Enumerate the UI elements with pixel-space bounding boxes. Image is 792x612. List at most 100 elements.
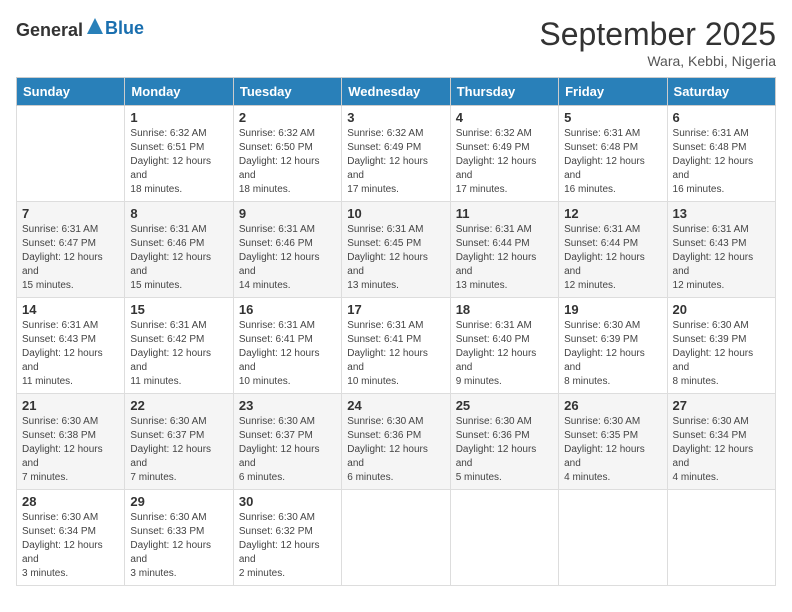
- calendar-cell: 19 Sunrise: 6:30 AMSunset: 6:39 PMDayligh…: [559, 298, 667, 394]
- calendar-cell: [17, 106, 125, 202]
- calendar-cell: 1 Sunrise: 6:32 AMSunset: 6:51 PMDaylight…: [125, 106, 233, 202]
- day-number: 15: [130, 302, 227, 317]
- day-info: Sunrise: 6:30 AMSunset: 6:37 PMDaylight:…: [130, 415, 227, 485]
- day-info: Sunrise: 6:30 AMSunset: 6:39 PMDaylight:…: [564, 319, 661, 389]
- calendar-cell: 24 Sunrise: 6:30 AMSunset: 6:36 PMDayligh…: [342, 394, 450, 490]
- calendar-table: SundayMondayTuesdayWednesdayThursdayFrid…: [16, 77, 776, 586]
- day-number: 20: [673, 302, 770, 317]
- calendar-week-4: 21 Sunrise: 6:30 AMSunset: 6:38 PMDayligh…: [17, 394, 776, 490]
- calendar-cell: [450, 490, 558, 586]
- day-number: 1: [130, 110, 227, 125]
- calendar-cell: 13 Sunrise: 6:31 AMSunset: 6:43 PMDayligh…: [667, 202, 775, 298]
- day-info: Sunrise: 6:30 AMSunset: 6:39 PMDaylight:…: [673, 319, 770, 389]
- logo-general: General: [16, 20, 83, 40]
- header-thursday: Thursday: [450, 78, 558, 106]
- day-info: Sunrise: 6:32 AMSunset: 6:49 PMDaylight:…: [456, 127, 553, 197]
- calendar-cell: 22 Sunrise: 6:30 AMSunset: 6:37 PMDayligh…: [125, 394, 233, 490]
- day-number: 22: [130, 398, 227, 413]
- day-info: Sunrise: 6:31 AMSunset: 6:48 PMDaylight:…: [564, 127, 661, 197]
- day-info: Sunrise: 6:32 AMSunset: 6:51 PMDaylight:…: [130, 127, 227, 197]
- day-info: Sunrise: 6:30 AMSunset: 6:33 PMDaylight:…: [130, 511, 227, 581]
- day-number: 30: [239, 494, 336, 509]
- calendar-cell: 7 Sunrise: 6:31 AMSunset: 6:47 PMDaylight…: [17, 202, 125, 298]
- logo-icon: [85, 16, 105, 36]
- calendar-cell: 12 Sunrise: 6:31 AMSunset: 6:44 PMDayligh…: [559, 202, 667, 298]
- day-number: 27: [673, 398, 770, 413]
- day-info: Sunrise: 6:31 AMSunset: 6:42 PMDaylight:…: [130, 319, 227, 389]
- calendar-cell: 20 Sunrise: 6:30 AMSunset: 6:39 PMDayligh…: [667, 298, 775, 394]
- calendar-week-5: 28Sunrise: 6:30 AMSunset: 6:34 PMDayligh…: [17, 490, 776, 586]
- header-sunday: Sunday: [17, 78, 125, 106]
- calendar-cell: 28Sunrise: 6:30 AMSunset: 6:34 PMDayligh…: [17, 490, 125, 586]
- calendar-cell: 27Sunrise: 6:30 AMSunset: 6:34 PMDayligh…: [667, 394, 775, 490]
- calendar-cell: [667, 490, 775, 586]
- day-info: Sunrise: 6:30 AMSunset: 6:35 PMDaylight:…: [564, 415, 661, 485]
- day-number: 12: [564, 206, 661, 221]
- day-info: Sunrise: 6:31 AMSunset: 6:44 PMDaylight:…: [564, 223, 661, 293]
- calendar-cell: 3Sunrise: 6:32 AMSunset: 6:49 PMDaylight…: [342, 106, 450, 202]
- calendar-header-row: SundayMondayTuesdayWednesdayThursdayFrid…: [17, 78, 776, 106]
- day-number: 11: [456, 206, 553, 221]
- day-info: Sunrise: 6:30 AMSunset: 6:32 PMDaylight:…: [239, 511, 336, 581]
- calendar-week-3: 14 Sunrise: 6:31 AMSunset: 6:43 PMDayligh…: [17, 298, 776, 394]
- calendar-cell: 14 Sunrise: 6:31 AMSunset: 6:43 PMDayligh…: [17, 298, 125, 394]
- calendar-cell: 11Sunrise: 6:31 AMSunset: 6:44 PMDayligh…: [450, 202, 558, 298]
- day-info: Sunrise: 6:31 AMSunset: 6:46 PMDaylight:…: [130, 223, 227, 293]
- calendar-cell: 6 Sunrise: 6:31 AMSunset: 6:48 PMDaylight…: [667, 106, 775, 202]
- day-number: 19: [564, 302, 661, 317]
- calendar-cell: 29 Sunrise: 6:30 AMSunset: 6:33 PMDayligh…: [125, 490, 233, 586]
- logo-blue: Blue: [105, 18, 144, 38]
- logo: General Blue: [16, 16, 144, 41]
- day-number: 21: [22, 398, 119, 413]
- day-info: Sunrise: 6:32 AMSunset: 6:49 PMDaylight:…: [347, 127, 444, 197]
- day-number: 25: [456, 398, 553, 413]
- calendar-cell: 4Sunrise: 6:32 AMSunset: 6:49 PMDaylight…: [450, 106, 558, 202]
- day-info: Sunrise: 6:31 AMSunset: 6:41 PMDaylight:…: [347, 319, 444, 389]
- day-number: 24: [347, 398, 444, 413]
- page-header: General Blue September 2025 Wara, Kebbi,…: [16, 16, 776, 69]
- day-number: 7: [22, 206, 119, 221]
- day-number: 8: [130, 206, 227, 221]
- day-number: 14: [22, 302, 119, 317]
- day-number: 29: [130, 494, 227, 509]
- calendar-week-2: 7 Sunrise: 6:31 AMSunset: 6:47 PMDaylight…: [17, 202, 776, 298]
- calendar-cell: 17 Sunrise: 6:31 AMSunset: 6:41 PMDayligh…: [342, 298, 450, 394]
- day-info: Sunrise: 6:31 AMSunset: 6:40 PMDaylight:…: [456, 319, 553, 389]
- day-number: 17: [347, 302, 444, 317]
- day-number: 5: [564, 110, 661, 125]
- day-info: Sunrise: 6:31 AMSunset: 6:48 PMDaylight:…: [673, 127, 770, 197]
- location: Wara, Kebbi, Nigeria: [539, 53, 776, 69]
- day-info: Sunrise: 6:31 AMSunset: 6:43 PMDaylight:…: [673, 223, 770, 293]
- calendar-cell: 23Sunrise: 6:30 AMSunset: 6:37 PMDayligh…: [233, 394, 341, 490]
- day-number: 9: [239, 206, 336, 221]
- day-info: Sunrise: 6:30 AMSunset: 6:36 PMDaylight:…: [347, 415, 444, 485]
- day-number: 10: [347, 206, 444, 221]
- day-info: Sunrise: 6:31 AMSunset: 6:47 PMDaylight:…: [22, 223, 119, 293]
- day-number: 2: [239, 110, 336, 125]
- day-number: 23: [239, 398, 336, 413]
- header-tuesday: Tuesday: [233, 78, 341, 106]
- header-saturday: Saturday: [667, 78, 775, 106]
- day-info: Sunrise: 6:31 AMSunset: 6:43 PMDaylight:…: [22, 319, 119, 389]
- calendar-cell: [559, 490, 667, 586]
- calendar-cell: [342, 490, 450, 586]
- day-info: Sunrise: 6:32 AMSunset: 6:50 PMDaylight:…: [239, 127, 336, 197]
- calendar-cell: 15 Sunrise: 6:31 AMSunset: 6:42 PMDayligh…: [125, 298, 233, 394]
- calendar-cell: 21 Sunrise: 6:30 AMSunset: 6:38 PMDayligh…: [17, 394, 125, 490]
- day-number: 26: [564, 398, 661, 413]
- calendar-cell: 18Sunrise: 6:31 AMSunset: 6:40 PMDayligh…: [450, 298, 558, 394]
- title-block: September 2025 Wara, Kebbi, Nigeria: [539, 16, 776, 69]
- day-info: Sunrise: 6:30 AMSunset: 6:38 PMDaylight:…: [22, 415, 119, 485]
- calendar-cell: 25Sunrise: 6:30 AMSunset: 6:36 PMDayligh…: [450, 394, 558, 490]
- day-info: Sunrise: 6:30 AMSunset: 6:34 PMDaylight:…: [22, 511, 119, 581]
- header-monday: Monday: [125, 78, 233, 106]
- calendar-cell: 10Sunrise: 6:31 AMSunset: 6:45 PMDayligh…: [342, 202, 450, 298]
- day-number: 13: [673, 206, 770, 221]
- day-number: 6: [673, 110, 770, 125]
- header-friday: Friday: [559, 78, 667, 106]
- calendar-cell: 8 Sunrise: 6:31 AMSunset: 6:46 PMDaylight…: [125, 202, 233, 298]
- calendar-week-1: 1 Sunrise: 6:32 AMSunset: 6:51 PMDaylight…: [17, 106, 776, 202]
- day-info: Sunrise: 6:31 AMSunset: 6:46 PMDaylight:…: [239, 223, 336, 293]
- month-title: September 2025: [539, 16, 776, 53]
- calendar-cell: 30 Sunrise: 6:30 AMSunset: 6:32 PMDayligh…: [233, 490, 341, 586]
